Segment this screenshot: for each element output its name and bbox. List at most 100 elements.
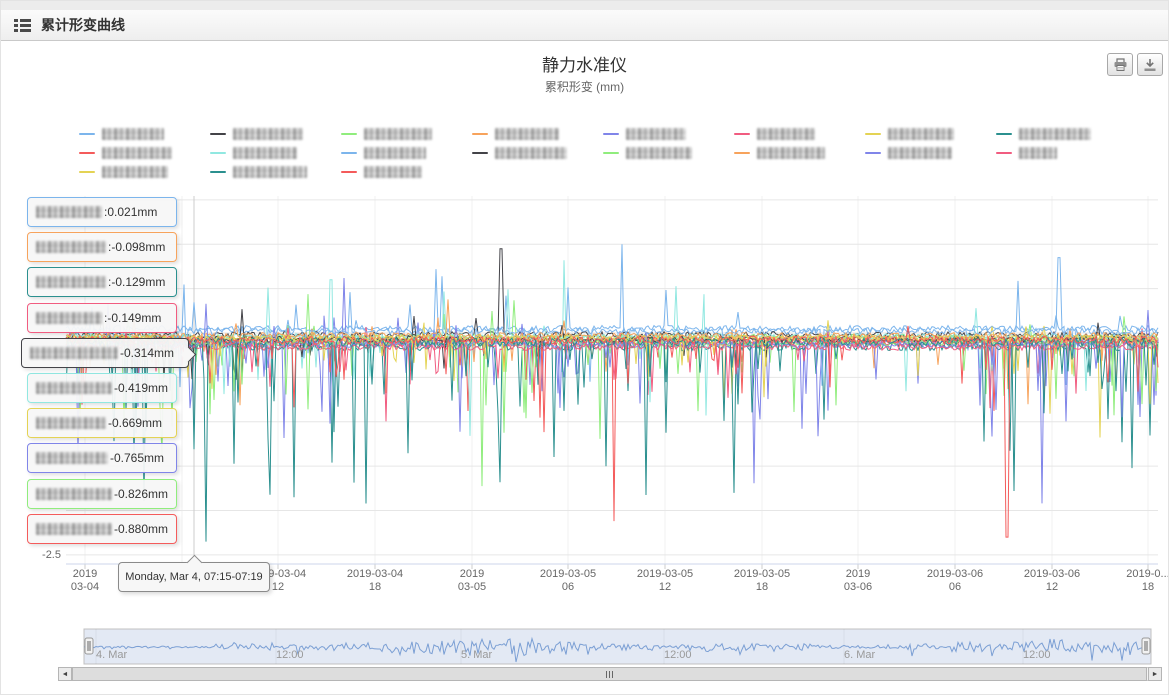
legend-item[interactable]: [865, 143, 996, 162]
tooltip-box: :-0.098mm: [27, 232, 177, 262]
x-axis-label: 2019-03-0612: [997, 568, 1107, 594]
tooltip-box: :-0.149mm: [27, 303, 177, 333]
navigator-axis-label: 4. Mar: [96, 649, 127, 661]
legend-item[interactable]: [996, 124, 1127, 143]
legend-label-redacted: [495, 147, 567, 159]
legend-item[interactable]: [472, 143, 603, 162]
navigator-handle-left[interactable]: [85, 638, 93, 654]
tooltip-box: :-0.129mm: [27, 267, 177, 297]
legend-marker: [341, 133, 357, 135]
printer-icon: [1113, 58, 1128, 72]
legend-label-redacted: [364, 166, 422, 178]
tooltip-value: -0.314mm: [120, 346, 174, 360]
legend-marker: [79, 152, 95, 154]
navigator-axis-label: 6. Mar: [844, 649, 875, 661]
x-axis-label: 2019-03-0506: [513, 568, 623, 594]
legend-label-redacted: [233, 128, 303, 140]
tooltip-value: -0.765mm: [110, 451, 164, 465]
tooltip-value: -0.669mm: [108, 416, 162, 430]
legend-label-redacted: [888, 147, 952, 159]
tooltip-box: -0.765mm: [27, 443, 177, 473]
legend-marker: [603, 152, 619, 154]
tooltip-value: -0.826mm: [114, 487, 168, 501]
download-button[interactable]: [1137, 53, 1163, 76]
chart-title: 静力水准仪: [1, 51, 1168, 76]
download-icon: [1143, 58, 1157, 72]
x-axis-label: 2019-03-0512: [610, 568, 720, 594]
legend-item[interactable]: [472, 124, 603, 143]
tooltip-date: Monday, Mar 4, 07:15-07:19: [118, 562, 270, 592]
tooltip-value: :-0.149mm: [104, 311, 161, 325]
legend-marker: [341, 152, 357, 154]
legend-marker: [472, 133, 488, 135]
legend-item[interactable]: [341, 143, 472, 162]
legend-item[interactable]: [210, 143, 341, 162]
legend-label-redacted: [102, 166, 168, 178]
navigator-axis-label: 5. Mar: [461, 649, 492, 661]
legend-item[interactable]: [865, 124, 996, 143]
legend-label-redacted: [1019, 147, 1057, 159]
legend-label-redacted: [364, 128, 432, 140]
navigator-axis-label: 12:00: [276, 649, 304, 661]
legend-marker: [472, 152, 488, 154]
tooltip-date-text: Monday, Mar 4, 07:15-07:19: [125, 571, 262, 583]
x-axis-label: 2019-0...18: [1093, 568, 1169, 594]
tooltip-series-redacted: [36, 488, 112, 500]
legend-item[interactable]: [341, 162, 472, 181]
tooltip-series-redacted: [30, 347, 118, 359]
legend-item[interactable]: [79, 162, 210, 181]
legend-label-redacted: [1019, 128, 1091, 140]
legend-item[interactable]: [210, 124, 341, 143]
legend-marker: [210, 152, 226, 154]
legend-item[interactable]: [603, 143, 734, 162]
x-axis-label: 2019-03-0518: [707, 568, 817, 594]
tooltip-series-redacted: [36, 417, 106, 429]
legend-marker: [865, 133, 881, 135]
legend: [79, 124, 1131, 181]
tooltip-value: :-0.098mm: [108, 240, 165, 254]
scrollbar-right-button[interactable]: ►: [1148, 667, 1162, 681]
tooltip-series-redacted: [36, 206, 102, 218]
tooltip-value: -0.419mm: [114, 381, 168, 395]
legend-marker: [996, 133, 1012, 135]
legend-marker: [734, 152, 750, 154]
tooltip-series-redacted: [36, 276, 106, 288]
legend-marker: [341, 171, 357, 173]
legend-item[interactable]: [341, 124, 472, 143]
app-window: 累计形变曲线 静力水准仪 累积形变 (mm) 201903-042019-03-…: [0, 0, 1169, 695]
tooltip-box: :0.021mm: [27, 197, 177, 227]
scrollbar-thumb[interactable]: [72, 667, 1147, 681]
scrollbar-grip-icon: [606, 671, 614, 678]
tooltip-series-redacted: [36, 241, 106, 253]
legend-item[interactable]: [210, 162, 341, 181]
chart-subtitle: 累积形变 (mm): [1, 78, 1168, 95]
legend-marker: [734, 133, 750, 135]
legend-label-redacted: [233, 166, 307, 178]
legend-item[interactable]: [734, 124, 865, 143]
scrollbar-left-button[interactable]: ◄: [58, 667, 72, 681]
legend-marker: [603, 133, 619, 135]
legend-label-redacted: [233, 147, 297, 159]
tooltip-box: -0.880mm: [27, 514, 177, 544]
legend-item[interactable]: [79, 143, 210, 162]
x-axis-label: 2019-03-0606: [900, 568, 1010, 594]
legend-marker: [996, 152, 1012, 154]
legend-label-redacted: [626, 128, 686, 140]
legend-label-redacted: [626, 147, 692, 159]
x-axis-label: 201903-05: [417, 568, 527, 594]
legend-item[interactable]: [603, 124, 734, 143]
navigator-handle-right[interactable]: [1142, 638, 1150, 654]
x-axis-label: 201903-06: [803, 568, 913, 594]
tooltip-series-redacted: [36, 452, 108, 464]
print-button[interactable]: [1107, 53, 1133, 76]
legend-marker: [210, 171, 226, 173]
legend-item[interactable]: [734, 143, 865, 162]
legend-label-redacted: [102, 147, 172, 159]
legend-label-redacted: [888, 128, 954, 140]
tooltip-box: -0.419mm: [27, 373, 177, 403]
export-toolbar: [1107, 53, 1163, 76]
legend-item[interactable]: [996, 143, 1127, 162]
tooltip-box: -0.669mm: [27, 408, 177, 438]
tooltip-value: :0.021mm: [104, 205, 157, 219]
legend-item[interactable]: [79, 124, 210, 143]
